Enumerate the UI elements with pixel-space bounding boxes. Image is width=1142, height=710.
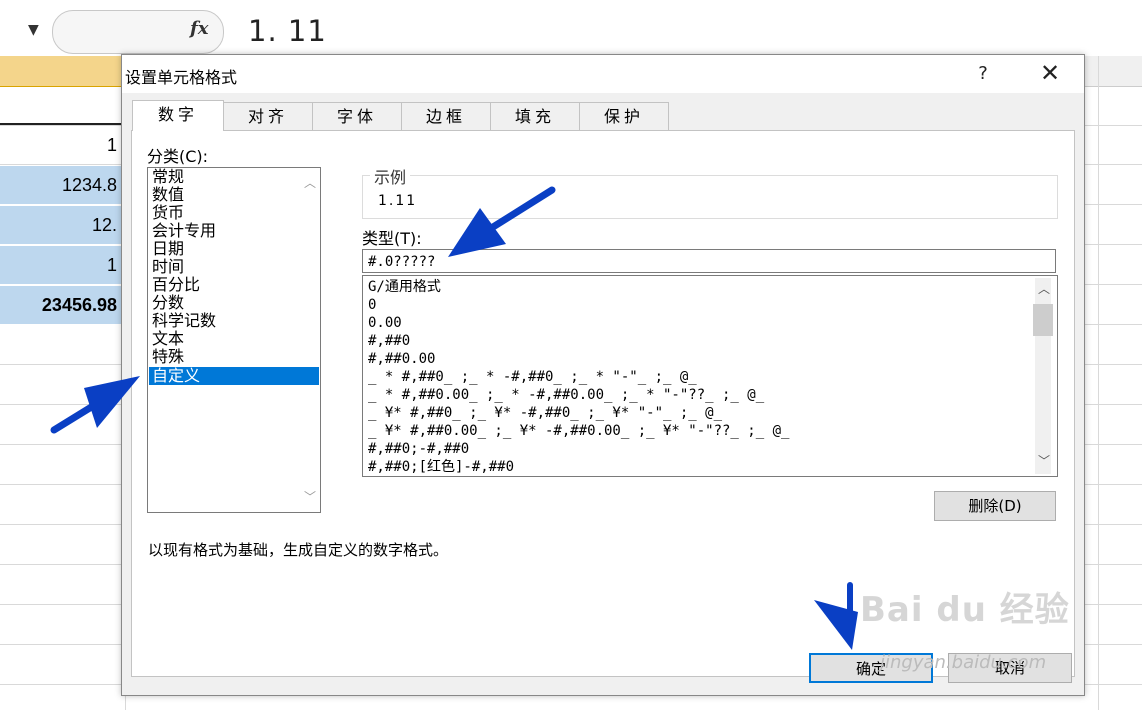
arrow-to-ok-icon — [814, 582, 858, 650]
arrow-to-type-icon — [448, 186, 556, 257]
annotation-arrows — [50, 186, 858, 650]
arrow-to-custom-icon — [50, 376, 140, 434]
